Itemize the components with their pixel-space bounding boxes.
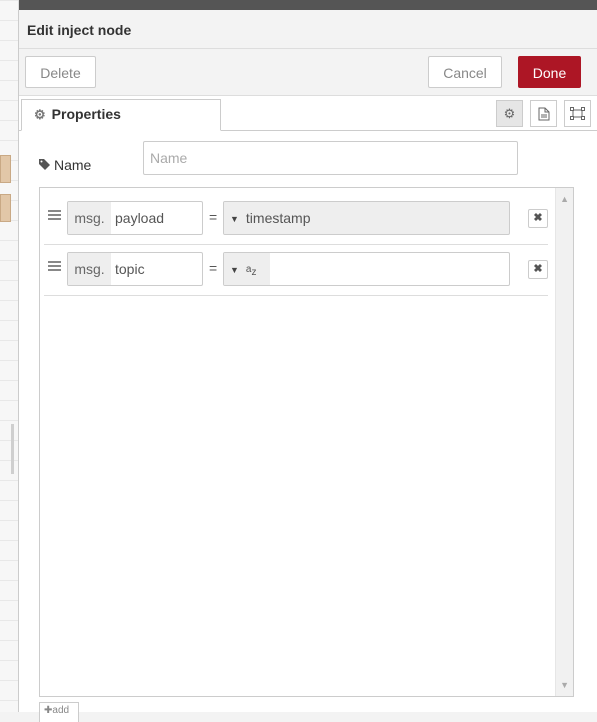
property-name-value: payload bbox=[115, 210, 165, 226]
type-label: timestamp bbox=[245, 210, 311, 226]
description-tab-button[interactable] bbox=[530, 100, 557, 127]
property-row: msg. topic = ▼ az ✖ bbox=[44, 244, 548, 296]
scrollbar[interactable]: ▲ ▼ bbox=[555, 188, 573, 696]
remove-row-button[interactable]: ✖ bbox=[528, 209, 548, 228]
close-icon: ✖ bbox=[533, 263, 543, 275]
equals-sign: = bbox=[209, 209, 218, 225]
msg-prefix: msg. bbox=[68, 253, 111, 285]
property-name-field[interactable]: msg. payload bbox=[67, 201, 203, 235]
cancel-button[interactable]: Cancel bbox=[428, 56, 502, 88]
done-button[interactable]: Done bbox=[518, 56, 581, 88]
close-icon: ✖ bbox=[533, 212, 543, 224]
workspace-node[interactable] bbox=[0, 155, 11, 183]
remove-row-button[interactable]: ✖ bbox=[528, 260, 548, 279]
property-row: msg. payload = ▼ timestamp ✖ bbox=[44, 193, 548, 245]
drag-handle-icon[interactable] bbox=[48, 210, 61, 220]
frame-icon bbox=[570, 107, 585, 120]
type-dropdown-button[interactable]: ▼ az bbox=[224, 253, 270, 285]
name-label: Name bbox=[39, 157, 91, 173]
tabs-row: ⚙ Properties ⚙ bbox=[19, 96, 597, 131]
tray-header: Edit inject node bbox=[19, 10, 597, 49]
gear-icon: ⚙ bbox=[34, 107, 46, 122]
tag-icon bbox=[39, 157, 50, 173]
tray-title: Edit inject node bbox=[27, 22, 132, 38]
resize-handle[interactable] bbox=[11, 424, 14, 474]
workspace-node[interactable] bbox=[0, 194, 11, 222]
delete-button[interactable]: Delete bbox=[25, 56, 96, 88]
document-icon bbox=[538, 107, 549, 121]
msg-prefix: msg. bbox=[68, 202, 111, 234]
scroll-up-icon[interactable]: ▲ bbox=[560, 194, 569, 204]
tab-properties-label: Properties bbox=[51, 106, 121, 122]
drag-handle-icon[interactable] bbox=[48, 261, 61, 271]
equals-sign: = bbox=[209, 260, 218, 276]
add-property-button[interactable]: ✚add bbox=[39, 702, 79, 722]
add-label: add bbox=[52, 705, 70, 716]
workspace-background bbox=[0, 0, 19, 712]
type-dropdown-button[interactable]: ▼ timestamp bbox=[224, 202, 311, 234]
gear-icon: ⚙ bbox=[503, 106, 516, 121]
property-value-type-select[interactable]: ▼ az bbox=[223, 252, 510, 286]
scroll-down-icon[interactable]: ▼ bbox=[560, 680, 569, 690]
property-value-type-select[interactable]: ▼ timestamp bbox=[223, 201, 510, 235]
name-input[interactable] bbox=[143, 141, 518, 175]
name-label-text: Name bbox=[54, 157, 92, 173]
caret-down-icon: ▼ bbox=[230, 214, 239, 225]
edit-tray: Edit inject node Delete Cancel Done ⚙ Pro… bbox=[18, 10, 597, 722]
settings-tab-button[interactable]: ⚙ bbox=[496, 100, 523, 127]
top-bar bbox=[0, 0, 597, 10]
property-name-value: topic bbox=[115, 261, 145, 277]
caret-down-icon: ▼ bbox=[230, 265, 239, 276]
tray-toolbar: Delete Cancel Done bbox=[19, 49, 597, 96]
tab-properties[interactable]: ⚙ Properties bbox=[21, 99, 221, 131]
appearance-tab-button[interactable] bbox=[564, 100, 591, 127]
properties-list: ▲ ▼ msg. payload = ▼ timestamp ✖ msg. top… bbox=[39, 187, 574, 697]
property-name-field[interactable]: msg. topic bbox=[67, 252, 203, 286]
string-az-icon: az bbox=[245, 264, 257, 278]
